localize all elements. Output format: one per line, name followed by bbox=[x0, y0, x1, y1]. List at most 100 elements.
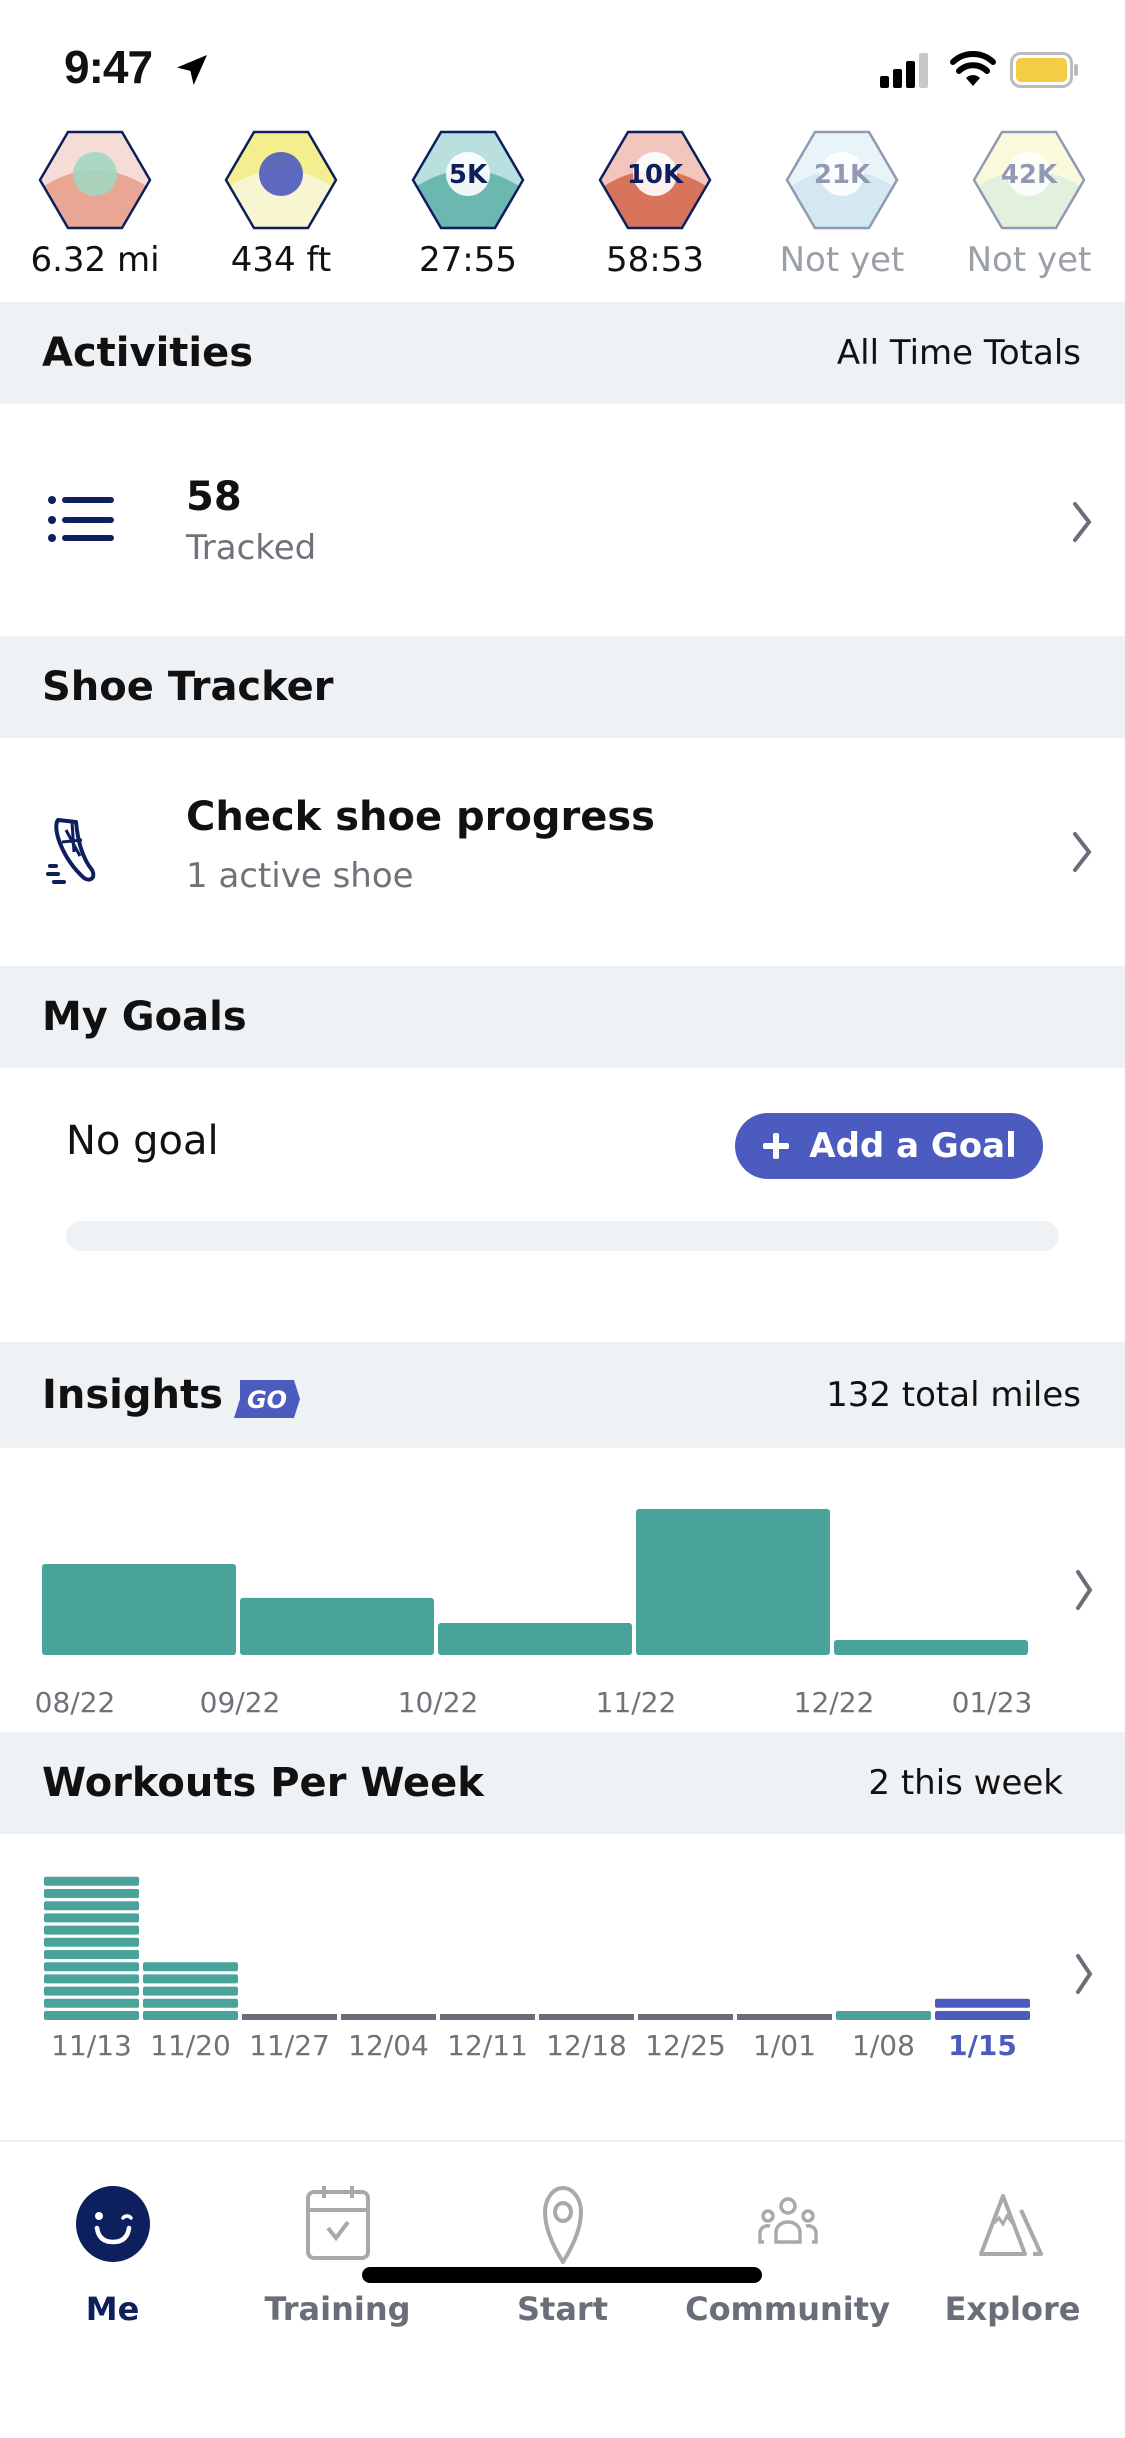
x-tick-label: 09/22 bbox=[200, 1686, 281, 1719]
badge-value: 434 ft bbox=[230, 240, 332, 280]
plus-icon bbox=[763, 1133, 790, 1159]
activities-row[interactable]: 58 Tracked bbox=[0, 404, 1125, 636]
badge-value: Not yet bbox=[966, 240, 1092, 280]
home-indicator[interactable] bbox=[362, 2267, 762, 2283]
workout-segment-11/13 bbox=[44, 1913, 139, 1923]
badge-elevation[interactable]: 434 ft bbox=[206, 130, 356, 300]
goal-progress-bar bbox=[66, 1221, 1059, 1251]
workout-segment-11/13 bbox=[44, 1974, 139, 1984]
insights-mileage-chart[interactable]: 08/22 09/22 10/22 11/22 12/22 01/23 bbox=[0, 1450, 1125, 1730]
x-tick-label: 11/20 bbox=[150, 2029, 231, 2062]
badge-10k[interactable]: 10K 58:53 bbox=[580, 130, 730, 300]
workout-bar-empty-12/04 bbox=[341, 2014, 436, 2020]
badge-10k-icon: 10K bbox=[598, 130, 712, 230]
activities-header: Activities All Time Totals bbox=[0, 302, 1125, 404]
x-tick-label: 12/18 bbox=[546, 2029, 627, 2062]
activities-totals-label: All Time Totals bbox=[836, 333, 1081, 373]
tab-community-label: Community bbox=[685, 2290, 890, 2328]
badge-label: 42K bbox=[1001, 160, 1058, 190]
chevron-right-icon bbox=[1076, 1954, 1093, 1994]
badge-marathon[interactable]: 42K Not yet bbox=[954, 130, 1104, 300]
tab-explore[interactable]: Explore bbox=[900, 2142, 1125, 2342]
workout-bar-empty-12/25 bbox=[638, 2014, 733, 2020]
tab-explore-label: Explore bbox=[944, 2290, 1081, 2328]
add-goal-label: Add a Goal bbox=[809, 1126, 1017, 1166]
tab-start-label: Start bbox=[516, 2290, 608, 2328]
goals-title: My Goals bbox=[42, 994, 247, 1040]
achievement-badges: 6.32 mi 434 ft 5K 27:55 10K 58:53 21K Not yet 42… bbox=[0, 130, 1125, 300]
insights-total-miles: 132 total miles bbox=[826, 1375, 1081, 1415]
badge-value: 27:55 bbox=[419, 240, 517, 280]
tab-community[interactable]: Community bbox=[675, 2142, 900, 2342]
x-tick-label: 11/13 bbox=[51, 2029, 132, 2062]
workout-segment-11/20 bbox=[143, 2011, 238, 2020]
status-bar: 9:47 bbox=[0, 0, 1125, 130]
shoe-tracker-row[interactable]: Check shoe progress 1 active shoe bbox=[0, 738, 1125, 966]
workout-bar-empty-11/27 bbox=[242, 2014, 337, 2020]
shoe-active-count: 1 active shoe bbox=[186, 856, 414, 896]
x-tick-label: 11/22 bbox=[596, 1686, 677, 1719]
workouts-title: Workouts Per Week bbox=[42, 1760, 484, 1806]
tab-me[interactable]: Me bbox=[0, 2142, 225, 2342]
x-tick-label: 12/04 bbox=[348, 2029, 429, 2062]
x-tick-label: 11/27 bbox=[249, 2029, 330, 2062]
status-time: 9:47 bbox=[64, 41, 153, 93]
workout-segment-1/08 bbox=[836, 2011, 931, 2020]
badge-label: 21K bbox=[814, 160, 871, 190]
x-tick-label: 1/08 bbox=[852, 2029, 915, 2062]
tab-training[interactable]: Training bbox=[225, 2142, 450, 2342]
location-arrow-icon bbox=[177, 55, 207, 85]
shoe-tracker-header: Shoe Tracker bbox=[0, 636, 1125, 738]
badge-marathon-icon: 42K bbox=[972, 130, 1086, 230]
badge-longest-run[interactable]: 6.32 mi bbox=[20, 130, 170, 300]
workout-bar-empty-12/18 bbox=[539, 2014, 634, 2020]
x-tick-label: 10/22 bbox=[398, 1686, 479, 1719]
goals-header: My Goals bbox=[0, 966, 1125, 1068]
workouts-header: Workouts Per Week 2 this week bbox=[0, 1732, 1125, 1834]
badge-value: Not yet bbox=[779, 240, 905, 280]
mileage-bar-12/22 bbox=[834, 1640, 1028, 1655]
workout-segment-11/20 bbox=[143, 1998, 238, 2008]
workout-bar-empty-12/11 bbox=[440, 2014, 535, 2020]
insights-header[interactable]: Insights 132 total miles bbox=[0, 1342, 1125, 1448]
badge-longest-run-icon bbox=[38, 130, 152, 230]
badge-elevation-icon bbox=[224, 130, 338, 230]
battery-icon bbox=[1010, 52, 1078, 88]
shoe-tracker-title: Shoe Tracker bbox=[42, 664, 334, 710]
workout-segment-11/13 bbox=[44, 1986, 139, 1996]
badge-5k[interactable]: 5K 27:55 bbox=[393, 130, 543, 300]
badge-label: 10K bbox=[627, 160, 684, 190]
go-badge-icon: GO bbox=[234, 1380, 300, 1418]
badge-half-marathon-icon: 21K bbox=[785, 130, 899, 230]
wifi-icon bbox=[950, 51, 996, 86]
badge-label: 5K bbox=[449, 160, 488, 190]
badge-half-marathon[interactable]: 21K Not yet bbox=[767, 130, 917, 300]
x-tick-label: 12/25 bbox=[645, 2029, 726, 2062]
workout-segment-11/13 bbox=[44, 1876, 139, 1886]
workout-segment-11/13 bbox=[44, 1998, 139, 2008]
badge-value: 6.32 mi bbox=[30, 240, 160, 280]
x-tick-label: 08/22 bbox=[35, 1686, 116, 1719]
mileage-bar-10/22 bbox=[438, 1622, 632, 1655]
workouts-per-week-chart[interactable]: 11/13 11/20 11/27 12/04 12/11 12/18 12/25 1/01 1… bbox=[0, 1832, 1125, 2082]
mileage-bar-08/22 bbox=[42, 1564, 236, 1655]
workout-segment-11/13 bbox=[44, 1925, 139, 1935]
signal-icon bbox=[880, 53, 928, 88]
add-goal-button[interactable]: Add a Goal bbox=[735, 1113, 1043, 1179]
workout-segment-1/15 bbox=[935, 1998, 1030, 2008]
workout-segment-11/13 bbox=[44, 1889, 139, 1898]
mileage-bar-11/22 bbox=[636, 1509, 830, 1655]
tab-bar: Me Training Start Community Explore bbox=[0, 2140, 1125, 2438]
list-icon bbox=[48, 496, 114, 542]
workout-segment-11/13 bbox=[44, 1962, 139, 1972]
workouts-this-week: 2 this week bbox=[868, 1763, 1063, 1803]
me-smiley-icon bbox=[75, 2186, 150, 2262]
workout-segment-1/15 bbox=[935, 2011, 1030, 2020]
workout-segment-11/13 bbox=[44, 2011, 139, 2020]
running-shoe-icon bbox=[46, 818, 96, 884]
tab-start[interactable]: Start bbox=[450, 2142, 675, 2342]
goal-status: No goal bbox=[66, 1118, 219, 1164]
x-tick-label: 01/23 bbox=[952, 1686, 1033, 1719]
chevron-right-icon bbox=[1076, 1570, 1093, 1610]
workout-segment-11/20 bbox=[143, 1962, 238, 1972]
